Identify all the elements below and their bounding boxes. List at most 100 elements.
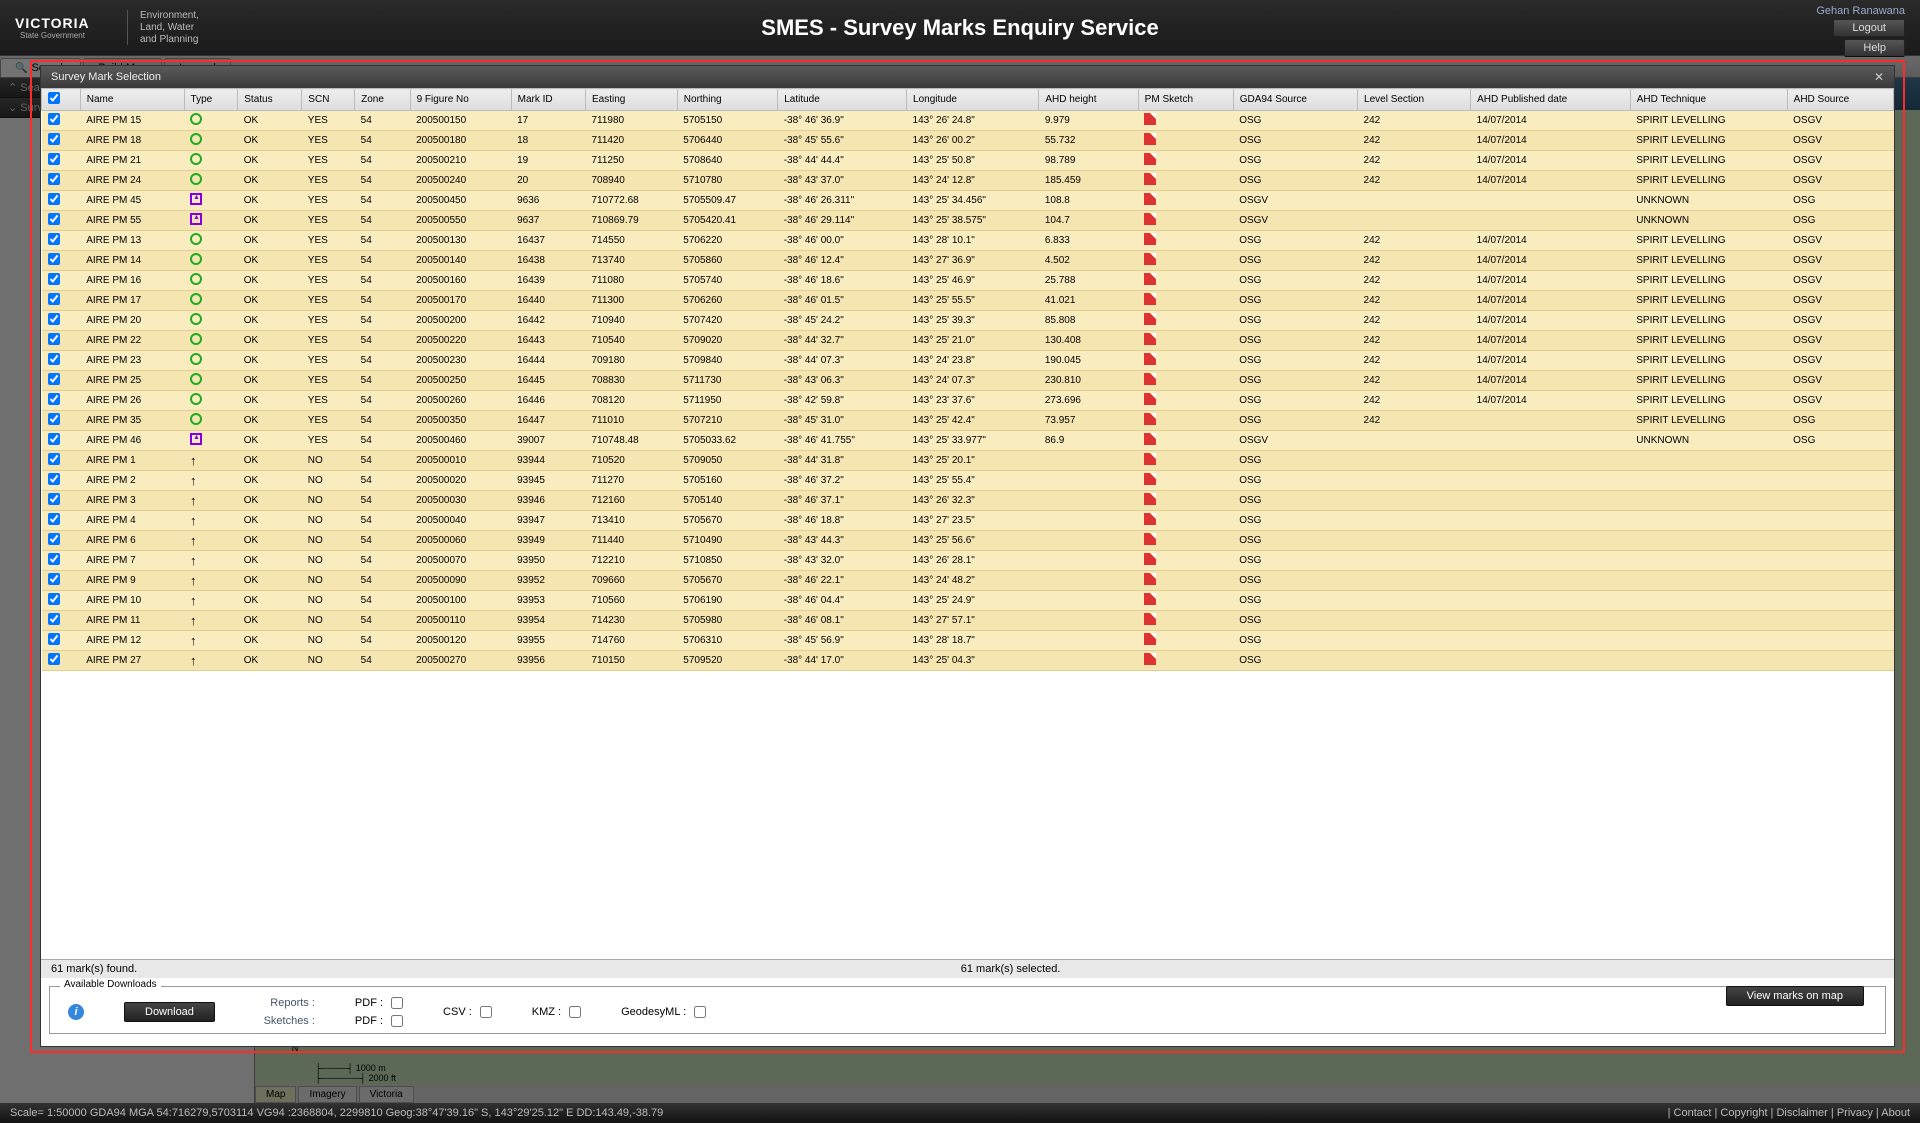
table-row[interactable]: AIRE PM 22OKYES5420050022016443710540570… [42, 331, 1894, 351]
table-row[interactable]: AIRE PM 55OKYES542005005509637710869.795… [42, 211, 1894, 231]
row-checkbox[interactable] [48, 173, 60, 185]
footer-link[interactable]: About [1881, 1107, 1910, 1119]
table-row[interactable]: AIRE PM 23OKYES5420050023016444709180570… [42, 351, 1894, 371]
col-header[interactable]: AHD Technique [1630, 89, 1787, 111]
pdf-icon[interactable] [1144, 453, 1156, 465]
row-checkbox[interactable] [48, 153, 60, 165]
col-header[interactable]: Name [80, 89, 184, 111]
pdf-icon[interactable] [1144, 293, 1156, 305]
pdf-icon[interactable] [1144, 213, 1156, 225]
table-row[interactable]: AIRE PM 7↑OKNO54200500070939507122105710… [42, 551, 1894, 571]
row-checkbox[interactable] [48, 653, 60, 665]
col-header[interactable]: Level Section [1358, 89, 1471, 111]
table-row[interactable]: AIRE PM 35OKYES5420050035016447711010570… [42, 411, 1894, 431]
col-header[interactable]: Zone [355, 89, 410, 111]
table-row[interactable]: AIRE PM 46OKYES5420050046039007710748.48… [42, 431, 1894, 451]
table-row[interactable]: AIRE PM 2↑OKNO54200500020939457112705705… [42, 471, 1894, 491]
col-header[interactable]: PM Sketch [1138, 89, 1233, 111]
col-header[interactable]: Status [238, 89, 302, 111]
col-header[interactable]: AHD Published date [1471, 89, 1631, 111]
col-header[interactable]: Mark ID [511, 89, 585, 111]
pdf-icon[interactable] [1144, 473, 1156, 485]
table-row[interactable]: AIRE PM 16OKYES5420050016016439711080570… [42, 271, 1894, 291]
row-checkbox[interactable] [48, 233, 60, 245]
footer-link[interactable]: Contact [1674, 1107, 1712, 1119]
col-header[interactable]: AHD Source [1787, 89, 1893, 111]
pdf-icon[interactable] [1144, 253, 1156, 265]
col-header[interactable]: Type [184, 89, 238, 111]
info-icon[interactable]: i [68, 1004, 84, 1020]
table-row[interactable]: AIRE PM 13OKYES5420050013016437714550570… [42, 231, 1894, 251]
table-row[interactable]: AIRE PM 1↑OKNO54200500010939447105205709… [42, 451, 1894, 471]
pdf-icon[interactable] [1144, 593, 1156, 605]
pdf-sketches-checkbox[interactable] [391, 1015, 403, 1027]
logout-button[interactable]: Logout [1833, 19, 1905, 37]
table-row[interactable]: AIRE PM 18OKYES5420050018018711420570644… [42, 131, 1894, 151]
row-checkbox[interactable] [48, 593, 60, 605]
pdf-icon[interactable] [1144, 353, 1156, 365]
csv-checkbox[interactable] [480, 1006, 492, 1018]
pdf-icon[interactable] [1144, 573, 1156, 585]
table-row[interactable]: AIRE PM 20OKYES5420050020016442710940570… [42, 311, 1894, 331]
username-link[interactable]: Gehan Ranawana [1816, 5, 1905, 17]
table-row[interactable]: AIRE PM 3↑OKNO54200500030939467121605705… [42, 491, 1894, 511]
pdf-icon[interactable] [1144, 133, 1156, 145]
row-checkbox[interactable] [48, 273, 60, 285]
help-button[interactable]: Help [1844, 39, 1905, 57]
row-checkbox[interactable] [48, 353, 60, 365]
col-header[interactable]: Latitude [778, 89, 907, 111]
footer-link[interactable]: Copyright [1720, 1107, 1767, 1119]
row-checkbox[interactable] [48, 393, 60, 405]
col-header[interactable] [42, 89, 81, 111]
col-header[interactable]: Longitude [907, 89, 1039, 111]
pdf-icon[interactable] [1144, 413, 1156, 425]
row-checkbox[interactable] [48, 313, 60, 325]
pdf-icon[interactable] [1144, 153, 1156, 165]
pdf-icon[interactable] [1144, 513, 1156, 525]
row-checkbox[interactable] [48, 633, 60, 645]
row-checkbox[interactable] [48, 333, 60, 345]
pdf-icon[interactable] [1144, 233, 1156, 245]
row-checkbox[interactable] [48, 513, 60, 525]
pdf-icon[interactable] [1144, 193, 1156, 205]
table-row[interactable]: AIRE PM 24OKYES5420050024020708940571078… [42, 171, 1894, 191]
row-checkbox[interactable] [48, 253, 60, 265]
footer-link[interactable]: Privacy [1837, 1107, 1873, 1119]
table-row[interactable]: AIRE PM 9↑OKNO54200500090939527096605705… [42, 571, 1894, 591]
row-checkbox[interactable] [48, 373, 60, 385]
row-checkbox[interactable] [48, 613, 60, 625]
table-row[interactable]: AIRE PM 26OKYES5420050026016446708120571… [42, 391, 1894, 411]
pdf-icon[interactable] [1144, 533, 1156, 545]
table-row[interactable]: AIRE PM 11↑OKNO5420050011093954714230570… [42, 611, 1894, 631]
select-all-checkbox[interactable] [48, 92, 60, 104]
pdf-icon[interactable] [1144, 313, 1156, 325]
pdf-icon[interactable] [1144, 553, 1156, 565]
table-row[interactable]: AIRE PM 25OKYES5420050025016445708830571… [42, 371, 1894, 391]
table-row[interactable]: AIRE PM 45OKYES542005004509636710772.685… [42, 191, 1894, 211]
pdf-icon[interactable] [1144, 373, 1156, 385]
row-checkbox[interactable] [48, 133, 60, 145]
table-row[interactable]: AIRE PM 14OKYES5420050014016438713740570… [42, 251, 1894, 271]
close-icon[interactable]: ✕ [1874, 70, 1884, 84]
row-checkbox[interactable] [48, 533, 60, 545]
download-button[interactable]: Download [124, 1002, 215, 1022]
row-checkbox[interactable] [48, 293, 60, 305]
row-checkbox[interactable] [48, 573, 60, 585]
table-row[interactable]: AIRE PM 21OKYES5420050021019711250570864… [42, 151, 1894, 171]
table-row[interactable]: AIRE PM 15OKYES5420050015017711980570515… [42, 111, 1894, 131]
pdf-icon[interactable] [1144, 273, 1156, 285]
table-row[interactable]: AIRE PM 12↑OKNO5420050012093955714760570… [42, 631, 1894, 651]
col-header[interactable]: AHD height [1039, 89, 1138, 111]
row-checkbox[interactable] [48, 473, 60, 485]
row-checkbox[interactable] [48, 413, 60, 425]
pdf-icon[interactable] [1144, 173, 1156, 185]
col-header[interactable]: Northing [677, 89, 777, 111]
row-checkbox[interactable] [48, 213, 60, 225]
row-checkbox[interactable] [48, 553, 60, 565]
pdf-icon[interactable] [1144, 613, 1156, 625]
pdf-icon[interactable] [1144, 433, 1156, 445]
table-scroll[interactable]: NameTypeStatusSCNZone9 Figure NoMark IDE… [41, 88, 1894, 959]
col-header[interactable]: 9 Figure No [410, 89, 511, 111]
table-row[interactable]: AIRE PM 10↑OKNO5420050010093953710560570… [42, 591, 1894, 611]
pdf-icon[interactable] [1144, 633, 1156, 645]
